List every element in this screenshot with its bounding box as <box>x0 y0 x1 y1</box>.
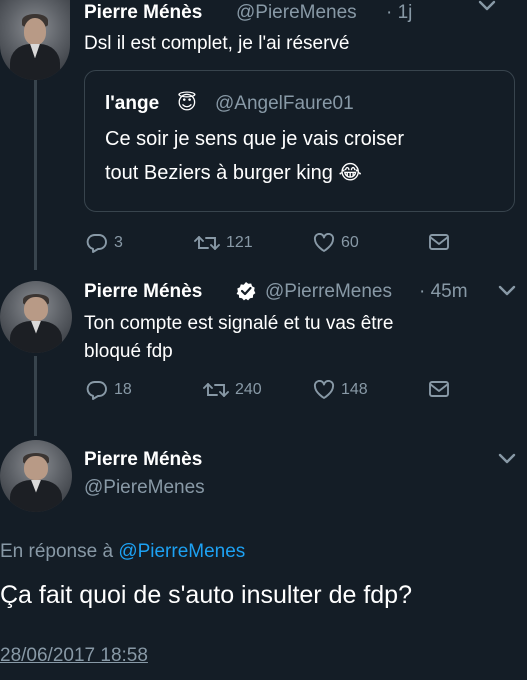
avatar[interactable] <box>0 0 70 80</box>
reply-mention-link[interactable]: @PierreMenes <box>118 541 245 562</box>
retweet-icon <box>194 236 220 250</box>
tweet-thread: Pierre Ménès @PiereMenes · 1j Dsl il est… <box>0 0 527 680</box>
chevron-down-icon[interactable] <box>498 285 516 297</box>
reply-icon <box>86 381 107 400</box>
dm-button[interactable] <box>428 233 450 251</box>
like-count: 148 <box>341 381 368 398</box>
chevron-down-icon[interactable] <box>498 453 516 465</box>
heart-icon <box>313 233 335 252</box>
tweet-time[interactable]: · 1j <box>386 2 412 24</box>
tweet-timestamp[interactable]: 28/06/2017 18:58 <box>0 645 148 667</box>
tweet-text: Ça fait quoi de s'auto insulter de fdp? <box>0 581 412 609</box>
author-name[interactable]: Pierre Ménès <box>84 2 202 24</box>
tweet-text-line-1: Ton compte est signalé et tu vas être <box>84 313 394 334</box>
verified-badge-icon <box>236 282 256 301</box>
quoted-author-name: l'ange <box>105 93 160 114</box>
retweet-count: 240 <box>235 381 262 398</box>
tweet-time[interactable]: · 45m <box>419 281 468 303</box>
quoted-text-line-1: Ce soir je sens que je vais croiser <box>105 128 405 150</box>
author-name[interactable]: Pierre Ménès <box>84 281 202 303</box>
retweet-button[interactable]: 240 <box>203 380 262 400</box>
author-handle[interactable]: @PierreMenes <box>265 281 392 303</box>
reply-count: 3 <box>114 234 123 251</box>
reply-prefix: En réponse à <box>0 541 119 562</box>
angel-emoji-icon: 😇 <box>177 93 197 114</box>
envelope-icon <box>429 381 449 397</box>
author-handle[interactable]: @PiereMenes <box>84 477 205 499</box>
author-handle[interactable]: @PiereMenes <box>236 2 357 24</box>
quoted-author-handle: @AngelFaure01 <box>215 93 354 114</box>
dm-button[interactable] <box>428 380 450 398</box>
reply-button[interactable]: 3 <box>86 233 123 253</box>
reply-icon <box>86 234 107 253</box>
quoted-text-line-2: tout Beziers à burger king 😂 <box>105 159 362 187</box>
heart-icon <box>313 380 335 399</box>
quoted-text-line-2-text: tout Beziers à burger king <box>105 162 333 184</box>
tweet-text-line-2: bloqué fdp <box>84 341 173 362</box>
avatar[interactable] <box>0 281 72 353</box>
avatar[interactable] <box>0 440 72 512</box>
like-button[interactable]: 148 <box>313 380 368 400</box>
thread-line <box>34 356 37 436</box>
reply-count: 18 <box>114 381 132 398</box>
tweet-text: Dsl il est complet, je l'ai réservé <box>84 33 350 54</box>
reply-context: En réponse à @PierreMenes <box>0 541 245 563</box>
laughing-emoji-icon: 😂 <box>338 162 362 184</box>
quoted-tweet-card[interactable]: l'ange 😇 @AngelFaure01 Ce soir je sens q… <box>84 70 515 212</box>
retweet-button[interactable]: 121 <box>194 233 253 253</box>
like-count: 60 <box>341 234 359 251</box>
like-button[interactable]: 60 <box>313 233 359 253</box>
chevron-down-icon[interactable] <box>478 0 496 12</box>
author-name[interactable]: Pierre Ménès <box>84 449 202 471</box>
thread-line <box>34 80 37 270</box>
reply-button[interactable]: 18 <box>86 380 132 400</box>
envelope-icon <box>429 234 449 250</box>
retweet-icon <box>203 383 229 397</box>
retweet-count: 121 <box>226 234 253 251</box>
